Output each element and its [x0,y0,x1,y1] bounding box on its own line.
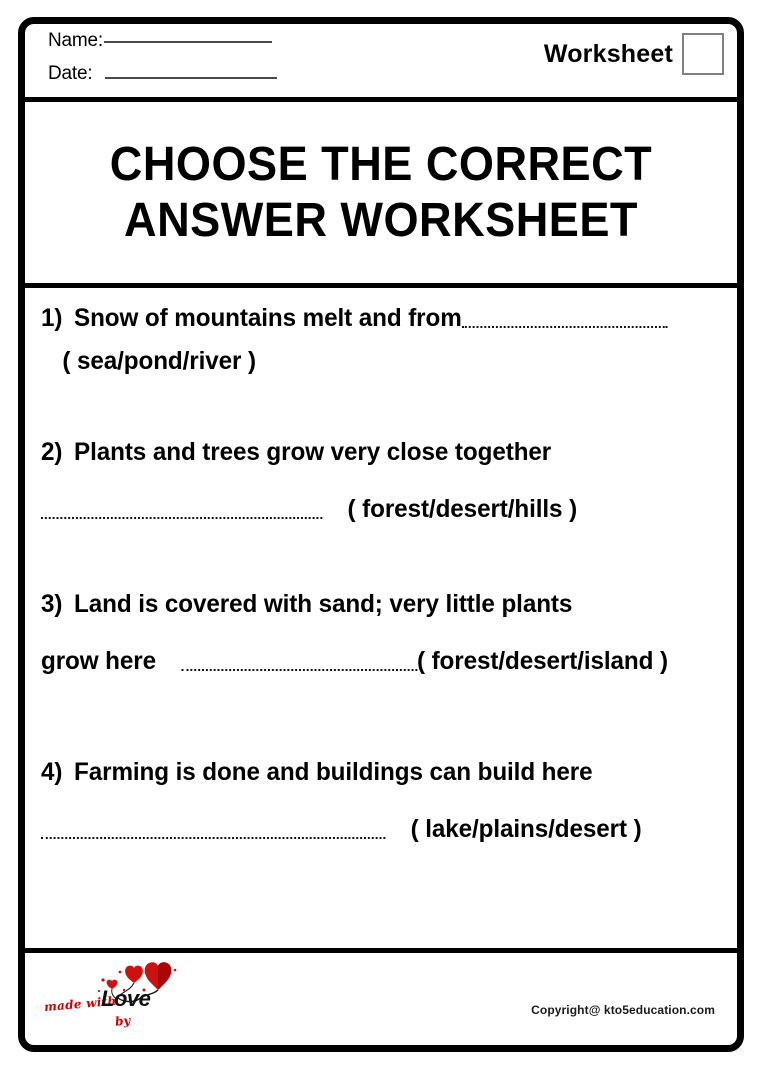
question-options: ( forest/desert/island ) [416,647,668,675]
logo-by-text: by [114,1013,132,1029]
question-line: ( lake/plains/desert ) [41,815,701,844]
question-number: 1) [41,304,63,332]
date-label: Date: [48,63,93,84]
question-text: Land is covered with sand; very little p… [74,590,573,618]
worksheet-tag: Worksheet [544,33,724,75]
answer-blank[interactable] [181,668,417,671]
made-with-love-logo: made with Love by [43,957,183,1041]
question-options: ( sea/pond/river ) [62,347,256,375]
date-field-row: Date: [48,63,278,85]
question-text: Plants and trees grow very close togethe… [74,438,552,466]
question-line: 1) Snow of mountains melt and from [41,304,701,333]
date-input-line[interactable] [105,77,278,79]
question-options: ( forest/desert/hills ) [347,495,578,523]
answer-blank[interactable] [461,325,668,328]
question-number: 4) [41,758,63,786]
question-line: 3) Land is covered with sand; very littl… [41,590,701,619]
question-item: 1) Snow of mountains melt and from ( sea… [41,304,721,376]
header-band: Name: Date: Worksheet [25,24,737,102]
question-options: ( lake/plains/desert ) [410,815,642,843]
question-line: 2) Plants and trees grow very close toge… [41,438,701,467]
title-band: CHOOSE THE CORRECT ANSWER WORKSHEET [25,102,737,288]
worksheet-label: Worksheet [543,39,673,68]
name-label: Name: [48,30,103,51]
answer-blank[interactable] [41,516,323,519]
question-text-continued: grow here [41,647,157,675]
copyright-text: Copyright@ kto5education.com [531,1003,715,1017]
worksheet-frame: Name: Date: Worksheet CHOOSE THE CORRECT… [18,17,744,1052]
question-line: grow here ( forest/desert/island ) [41,647,701,676]
question-number: 3) [41,590,63,618]
question-number: 2) [41,438,63,466]
name-input-line[interactable] [103,41,272,43]
questions-band: 1) Snow of mountains melt and from ( sea… [25,288,737,953]
footer-band: made with Love by Copyright@ kto5educati… [25,953,737,1045]
question-item: 4) Farming is done and buildings can bui… [41,758,721,844]
answer-blank[interactable] [41,836,386,839]
page-title: CHOOSE THE CORRECT ANSWER WORKSHEET [109,137,653,247]
worksheet-number-box[interactable] [682,33,724,75]
question-line: ( sea/pond/river ) [41,347,701,376]
question-text: Farming is done and buildings can build … [74,758,593,786]
worksheet-page: Name: Date: Worksheet CHOOSE THE CORRECT… [0,0,768,1086]
question-line: 4) Farming is done and buildings can bui… [41,758,701,787]
question-text: Snow of mountains melt and from [74,304,462,332]
question-item: 2) Plants and trees grow very close toge… [41,438,721,524]
name-field-row: Name: [48,30,272,52]
question-item: 3) Land is covered with sand; very littl… [41,590,721,676]
logo-love-text: Love [101,986,151,1011]
question-line: ( forest/desert/hills ) [41,495,701,524]
